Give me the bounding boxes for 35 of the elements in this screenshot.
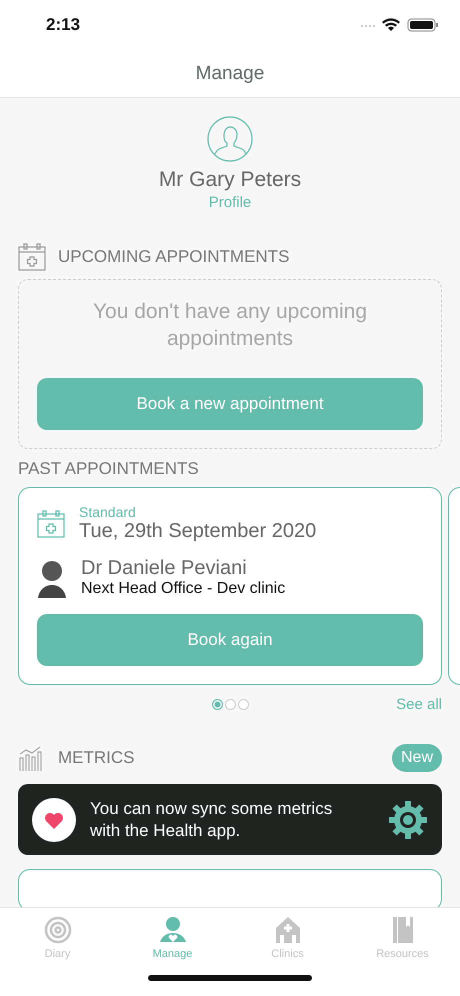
page-dot[interactable] [238,699,248,710]
section-heading: PAST APPOINTMENTS [18,459,200,479]
tab[interactable]: Clinics [230,908,345,961]
profile-link[interactable]: Profile [208,194,252,211]
banner-text: You can now sync some metrics with the Health app. [90,798,334,842]
page-dot[interactable] [224,699,236,710]
target-icon [44,916,72,944]
appointment-type: Standard [79,504,137,520]
health-banner[interactable]: You can now sync some metrics with the Health app. [18,784,442,855]
tab[interactable]: Manage [115,908,230,961]
screen-title: Manage [196,62,264,84]
new-badge: New [392,744,442,772]
wifi-icon [382,18,400,31]
clinic-name: Next Head Office - Dev clinic [81,580,286,598]
calendar-icon [18,243,46,271]
book-appointment-button[interactable]: Book a new appointment [37,378,423,430]
calendar-icon [37,510,65,538]
battery-icon [408,18,438,32]
doctor-name: Dr Daniele Peviani [81,557,248,580]
book-again-button[interactable]: Book again [37,614,423,666]
appointment-card[interactable]: Standard Tue, 29th September 2020 Dr Daniele Peviani Next Head Office - Dev clinic Book again [18,487,442,685]
section-heading: UPCOMING APPOINTMENTS [58,247,290,267]
avatar-icon[interactable] [207,116,253,162]
patient-name: Mr Gary Peters [158,168,302,192]
empty-message: You don't have any upcoming appointments [92,299,368,352]
page-dot[interactable] [212,699,222,710]
tab[interactable]: Diary [0,908,115,961]
section-heading: METRICS [58,748,136,768]
see-all-link[interactable]: See all [396,696,442,713]
clinic-icon [274,916,302,944]
person-heart-icon [158,916,186,944]
settings-icon[interactable] [388,800,428,840]
status-time: 2:13 [46,15,80,35]
appointment-date: Tue, 29th September 2020 [79,520,316,543]
tab[interactable]: Resources [345,908,460,961]
